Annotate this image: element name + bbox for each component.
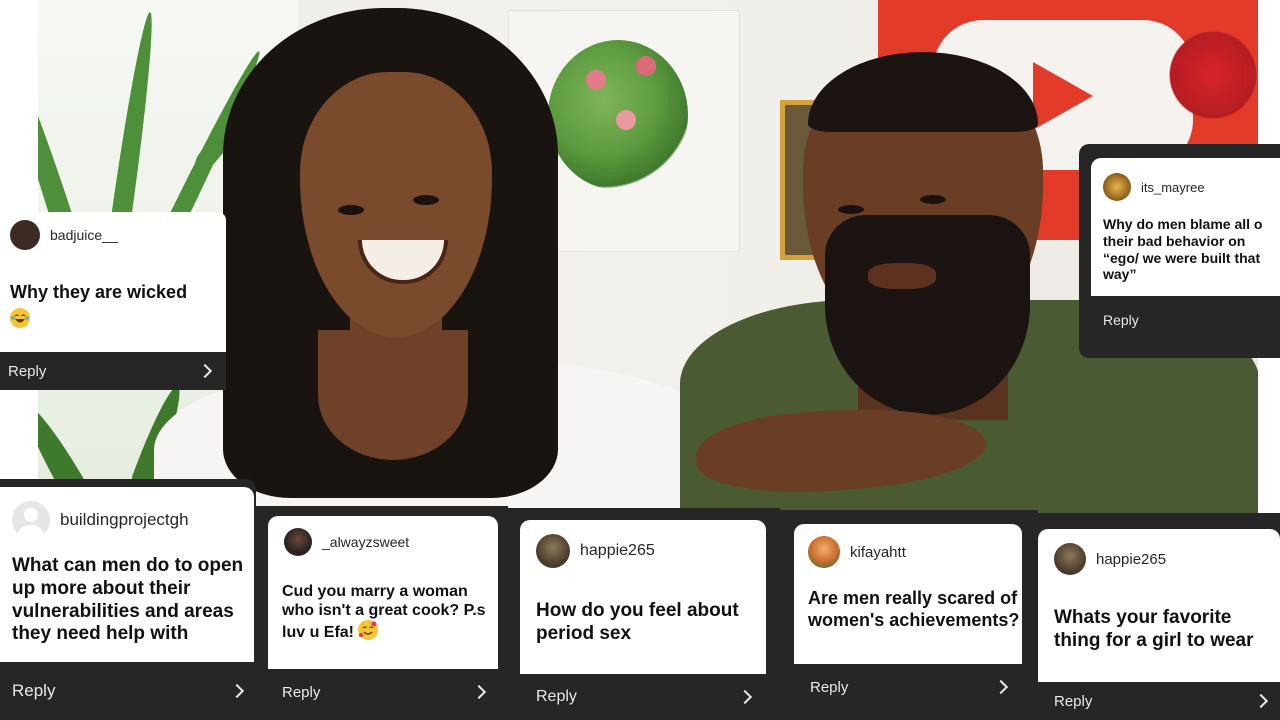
avatar[interactable] [536, 534, 570, 568]
reply-label: Reply [12, 681, 56, 700]
reply-label: Reply [282, 683, 321, 701]
question-container: Why they are wicked [10, 282, 220, 330]
chevron-right-icon [471, 684, 487, 700]
question-text: What can men do to open up more about th… [12, 555, 244, 645]
username[interactable]: its_mayree [1141, 180, 1205, 195]
chevron-right-icon [737, 689, 753, 705]
comment-card: happie265 Whats your favorite thing for … [1038, 513, 1280, 720]
card-header: happie265 [1054, 543, 1166, 575]
comment-card: happie265 How do you feel about period s… [508, 508, 780, 720]
question-text: Why do men blame all o their bad behavio… [1103, 216, 1263, 283]
reply-button[interactable]: Reply [520, 674, 766, 720]
woman-eye [413, 195, 439, 205]
username[interactable]: happie265 [580, 542, 655, 560]
card-header: _alwayzsweet [284, 528, 409, 556]
flower [586, 70, 606, 90]
avatar[interactable] [10, 220, 40, 250]
reply-label: Reply [1054, 692, 1093, 710]
reply-button[interactable]: Reply [1091, 296, 1280, 344]
question-text: Whats your favorite thing for a girl to … [1054, 607, 1254, 651]
username[interactable]: _alwayzsweet [322, 534, 409, 550]
card-header: badjuice__ [10, 220, 118, 250]
question-text: Cud you marry a woman who isn't a great … [282, 583, 486, 642]
comment-card: its_mayree Why do men blame all o their … [1079, 144, 1280, 358]
comment-card: buildingprojectgh What can men do to ope… [0, 479, 256, 720]
woman-eye [338, 205, 364, 215]
reply-button[interactable]: Reply [268, 669, 498, 715]
question-text: Are men really scared of women's achieve… [808, 588, 1020, 630]
reply-button[interactable]: Reply [794, 664, 1022, 710]
chevron-right-icon [197, 363, 213, 379]
card-header: kifayahtt [808, 536, 906, 568]
chevron-right-icon [1253, 693, 1269, 709]
flower [616, 110, 636, 130]
man-eye [838, 205, 864, 214]
reply-label: Reply [536, 688, 577, 705]
chevron-right-icon [229, 683, 245, 699]
avatar[interactable] [808, 536, 840, 568]
man-eye [920, 195, 946, 204]
chevron-right-icon [993, 679, 1009, 695]
avatar[interactable] [1054, 543, 1086, 575]
username[interactable]: kifayahtt [850, 544, 906, 561]
question-container: Cud you marry a woman who isn't a great … [282, 582, 498, 643]
comment-card: kifayahtt Are men really scared of women… [780, 510, 1038, 720]
reply-button[interactable]: Reply [0, 662, 256, 720]
default-avatar-icon[interactable] [12, 501, 50, 539]
flower [636, 56, 656, 76]
reply-label: Reply [8, 362, 47, 380]
play-icon [1033, 62, 1093, 130]
smiling-face-with-hearts-emoji-icon [358, 620, 379, 641]
username[interactable]: buildingprojectgh [60, 510, 189, 530]
reply-button[interactable]: Reply [0, 352, 226, 390]
tears-of-joy-emoji-icon [10, 307, 30, 328]
reply-button[interactable]: Reply [1038, 682, 1280, 720]
roses [1168, 20, 1258, 130]
woman-chest [318, 330, 468, 460]
avatar[interactable] [1103, 173, 1131, 201]
card-header: happie265 [536, 534, 655, 568]
avatar[interactable] [284, 528, 312, 556]
comment-card: _alwayzsweet Cud you marry a woman who i… [256, 506, 508, 720]
comment-card: badjuice__ Why they are wicked Reply [0, 212, 226, 390]
card-header: buildingprojectgh [12, 501, 189, 539]
card-header: its_mayree [1103, 173, 1205, 201]
question-text: How do you feel about period sex [536, 600, 739, 644]
man-lips [868, 263, 936, 289]
username[interactable]: happie265 [1096, 551, 1166, 568]
username[interactable]: badjuice__ [50, 227, 118, 243]
reply-label: Reply [1103, 312, 1139, 328]
question-text: Why they are wicked [10, 282, 188, 302]
reply-label: Reply [810, 678, 849, 696]
